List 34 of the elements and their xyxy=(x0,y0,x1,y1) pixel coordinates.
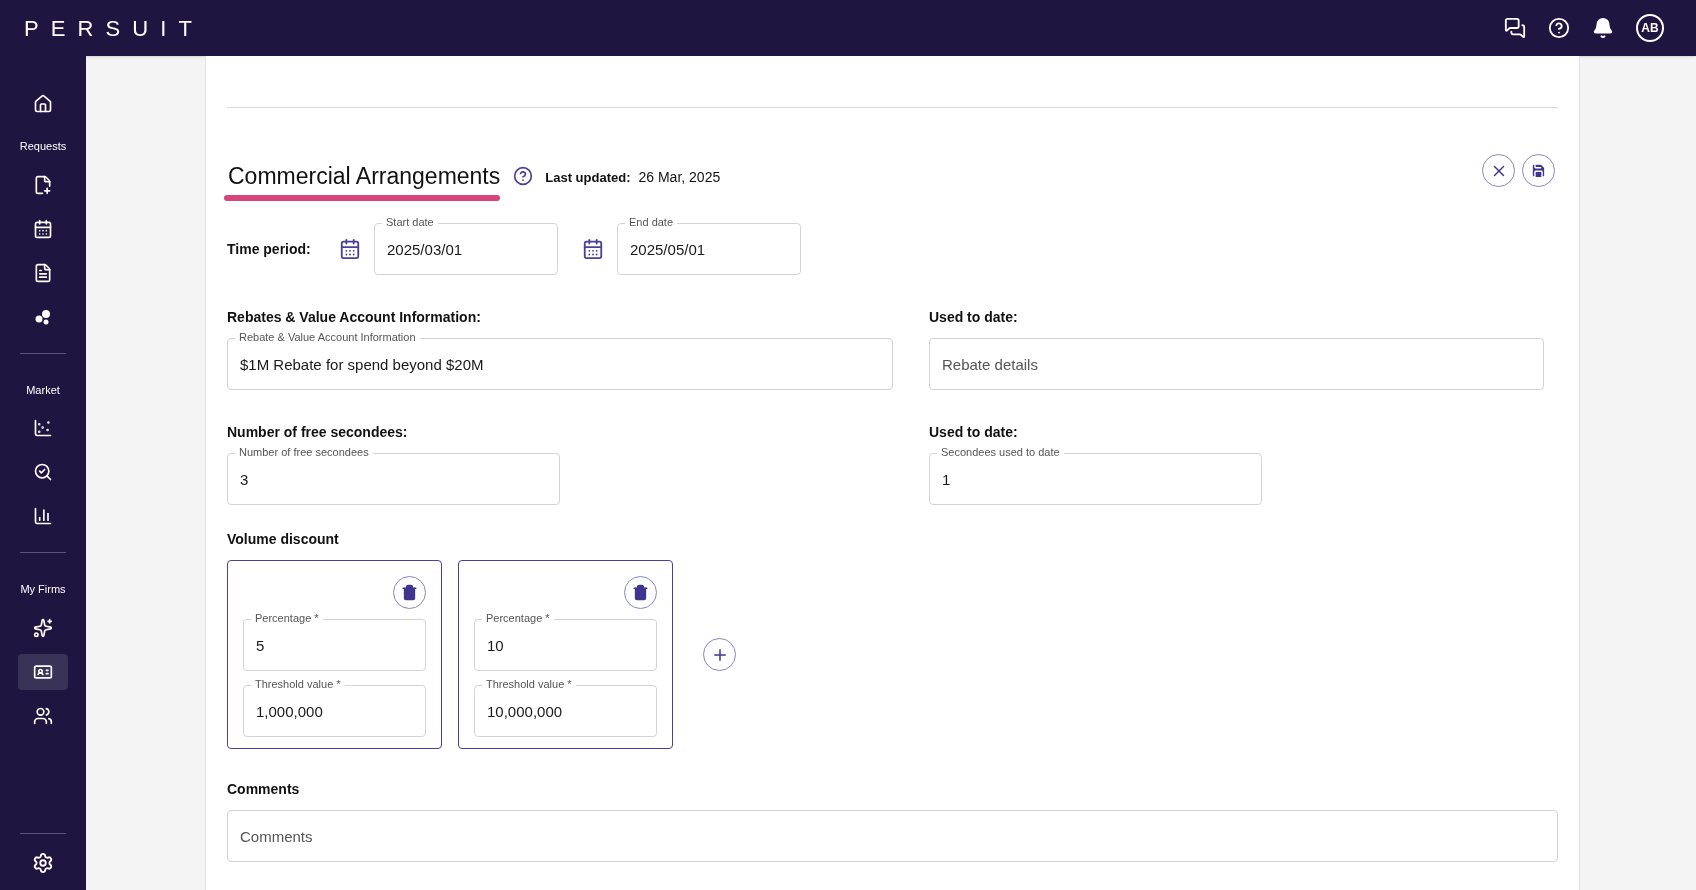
trash-icon xyxy=(632,584,649,601)
input-field[interactable]: Rebate details xyxy=(929,338,1544,390)
section-label: Requests xyxy=(19,139,67,154)
trash-icon xyxy=(401,584,418,601)
dots-icon xyxy=(34,308,52,325)
section-heading: Comments xyxy=(227,780,301,799)
field-heading: Rebates & Value Account Information: xyxy=(227,308,482,327)
settings-icon[interactable] xyxy=(32,852,54,874)
time-period-label: Time period: xyxy=(227,239,312,259)
chat-icon[interactable] xyxy=(1504,17,1526,39)
last-updated-label: Last updated: xyxy=(545,169,631,187)
save-icon xyxy=(1530,162,1547,179)
section-label: Market xyxy=(26,382,60,398)
field-heading: Used to date: xyxy=(929,423,1019,442)
calendar-icon[interactable] xyxy=(339,238,361,260)
input-field[interactable]: Comments xyxy=(227,810,1558,862)
bar-chart-icon xyxy=(33,506,53,526)
group-icon xyxy=(33,705,53,726)
field-heading: Used to date: xyxy=(929,308,1019,327)
page-title: Commercial Arrangements xyxy=(227,162,502,190)
home-icon xyxy=(33,94,53,114)
calendar-icon[interactable] xyxy=(582,238,604,260)
bell-icon[interactable] xyxy=(1592,17,1614,39)
brand-logo[interactable]: PERSUIT xyxy=(24,11,205,45)
field-heading: Number of free secondees: xyxy=(227,423,409,442)
section-heading: Volume discount xyxy=(227,530,340,549)
user-avatar[interactable]: AB xyxy=(1636,14,1664,42)
nav-item[interactable] xyxy=(18,653,68,690)
help-icon[interactable] xyxy=(513,166,534,186)
document-icon xyxy=(33,262,53,283)
last-updated-date: 26 Mar, 2025 xyxy=(638,168,721,187)
section-label: My Firms xyxy=(20,582,66,597)
scatter-chart-icon xyxy=(33,418,53,438)
document-plus-icon xyxy=(33,174,53,195)
